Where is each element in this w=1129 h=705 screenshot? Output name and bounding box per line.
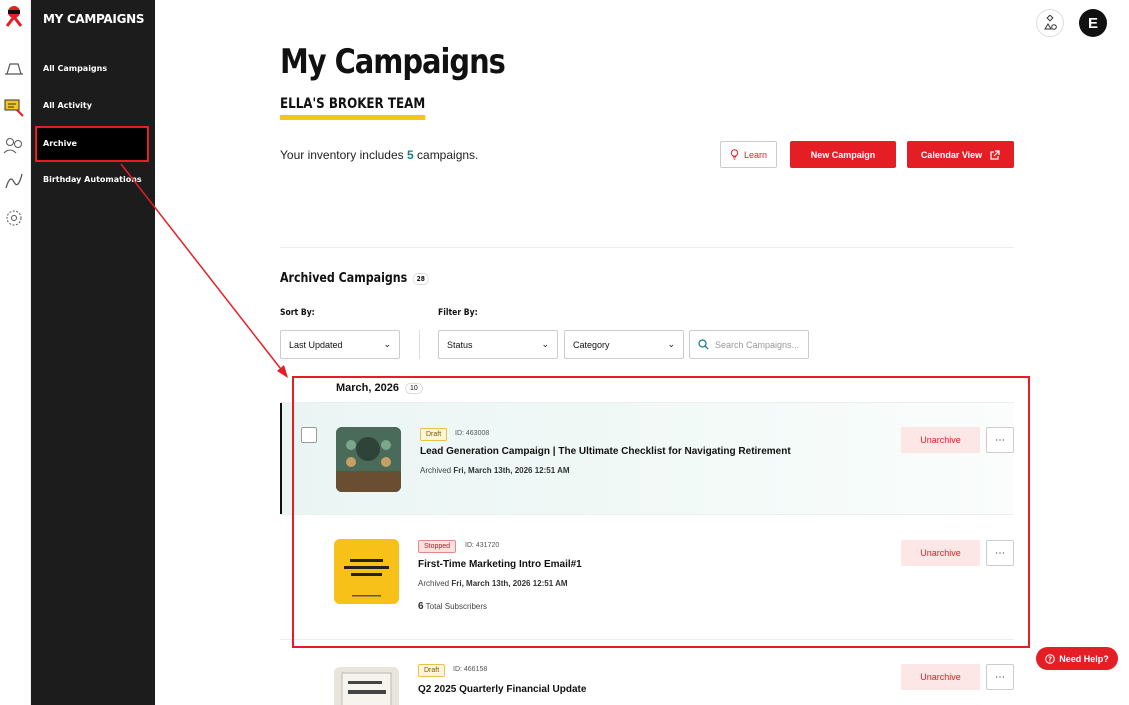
sort-select[interactable]: Last Updated ⌄ bbox=[280, 330, 400, 359]
more-options-button[interactable]: ⋯ bbox=[986, 664, 1014, 690]
settings-icon[interactable] bbox=[2, 207, 26, 229]
archived-section-title: Archived Campaigns 28 bbox=[280, 271, 430, 286]
campaign-title[interactable]: Lead Generation Campaign | The Ultimate … bbox=[420, 446, 791, 457]
campaign-id: ID: 466158 bbox=[453, 666, 488, 673]
campaigns-icon[interactable] bbox=[2, 58, 26, 80]
shapes-icon[interactable] bbox=[1036, 9, 1064, 37]
campaign-id: ID: 431720 bbox=[465, 542, 500, 549]
chevron-down-icon: ⌄ bbox=[383, 339, 391, 349]
lightbulb-icon bbox=[730, 149, 739, 160]
campaign-title[interactable]: Q2 2025 Quarterly Financial Update bbox=[418, 684, 586, 695]
search-input[interactable]: Search Campaigns... bbox=[689, 330, 809, 359]
status-badge: Draft bbox=[420, 428, 448, 441]
brand-logo[interactable] bbox=[3, 4, 25, 28]
search-icon bbox=[698, 339, 709, 350]
calendar-view-button[interactable]: Calendar View bbox=[907, 141, 1014, 168]
status-badge: Draft bbox=[418, 664, 446, 677]
sidebar-title: MY CAMPAIGNS bbox=[43, 12, 145, 26]
svg-text:?: ? bbox=[1048, 655, 1052, 663]
team-name: ELLA'S BROKER TEAM bbox=[280, 96, 426, 120]
campaign-thumbnail bbox=[336, 427, 401, 492]
header-divider bbox=[280, 247, 1014, 248]
activity-icon[interactable] bbox=[2, 96, 26, 118]
campaign-thumbnail bbox=[334, 667, 399, 705]
archived-count-badge: 28 bbox=[412, 272, 430, 285]
status-badge: Stopped bbox=[418, 540, 457, 553]
campaign-id: ID: 463008 bbox=[455, 430, 490, 437]
new-campaign-button[interactable]: New Campaign bbox=[790, 141, 896, 168]
icon-rail bbox=[0, 0, 31, 705]
archived-date: Archived Fri, March 13th, 2026 12:51 AM bbox=[418, 579, 568, 588]
more-options-button[interactable]: ⋯ bbox=[986, 540, 1014, 566]
category-select[interactable]: Category ⌄ bbox=[564, 330, 684, 359]
chevron-down-icon: ⌄ bbox=[541, 339, 549, 349]
learn-button[interactable]: Learn bbox=[720, 141, 778, 168]
external-link-icon bbox=[990, 149, 1000, 160]
campaign-row[interactable]: Draft ID: 463008 Lead Generation Campaig… bbox=[280, 403, 1014, 514]
unarchive-button[interactable]: Unarchive bbox=[901, 540, 980, 566]
filter-divider bbox=[419, 330, 420, 359]
campaign-thumbnail bbox=[334, 539, 399, 604]
subscriber-count: 6 Total Subscribers bbox=[418, 601, 487, 612]
filter-label: Filter By: bbox=[438, 308, 478, 318]
page-title: My Campaigns bbox=[280, 42, 506, 82]
sidebar-item-archive[interactable]: Archive bbox=[35, 126, 149, 162]
sort-label: Sort By: bbox=[280, 308, 315, 318]
help-icon: ? bbox=[1045, 653, 1056, 664]
need-help-button[interactable]: ? Need Help? bbox=[1036, 647, 1118, 670]
chevron-down-icon: ⌄ bbox=[667, 339, 675, 349]
contacts-icon[interactable] bbox=[2, 134, 26, 156]
campaign-row[interactable]: Stopped ID: 431720 First-Time Marketing … bbox=[280, 515, 1014, 639]
sidebar-item-all-campaigns[interactable]: All Campaigns bbox=[43, 64, 107, 73]
unarchive-button[interactable]: Unarchive bbox=[901, 427, 980, 453]
campaigns-sidebar: MY CAMPAIGNS All Campaigns All Activity … bbox=[31, 0, 155, 705]
more-options-button[interactable]: ⋯ bbox=[986, 427, 1014, 453]
status-select[interactable]: Status ⌄ bbox=[438, 330, 558, 359]
unarchive-button[interactable]: Unarchive bbox=[901, 664, 980, 690]
automation-icon[interactable] bbox=[2, 170, 26, 192]
row-checkbox[interactable] bbox=[301, 427, 317, 443]
sidebar-item-birthday-automations[interactable]: Birthday Automations bbox=[43, 175, 142, 184]
inventory-count: 5 bbox=[406, 148, 414, 162]
inventory-summary: Your inventory includes 5 campaigns. bbox=[280, 148, 479, 162]
month-count-badge: 10 bbox=[404, 382, 423, 394]
campaign-row[interactable]: Draft ID: 466158 Q2 2025 Quarterly Finan… bbox=[280, 640, 1014, 705]
sidebar-item-all-activity[interactable]: All Activity bbox=[43, 101, 92, 110]
archived-date: Archived Fri, March 13th, 2026 12:51 AM bbox=[420, 466, 570, 475]
avatar[interactable]: E bbox=[1079, 9, 1107, 37]
month-group-label: March, 2026 10 bbox=[336, 382, 423, 394]
campaign-title[interactable]: First-Time Marketing Intro Email#1 bbox=[418, 559, 582, 570]
